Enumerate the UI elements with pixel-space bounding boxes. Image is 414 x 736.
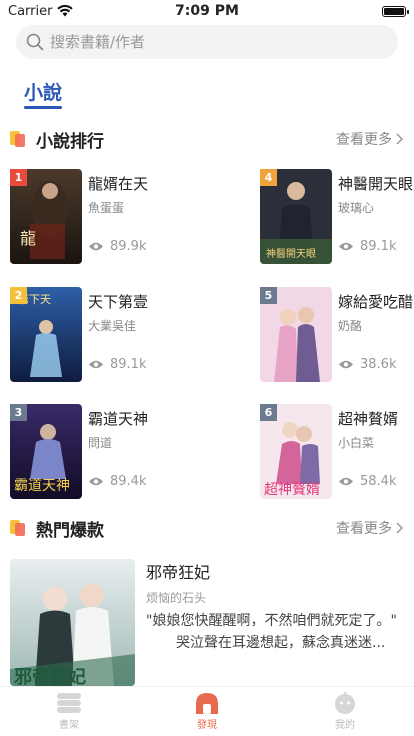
rank-badge: 4 bbox=[260, 169, 277, 186]
view-count-value: 89.1k bbox=[110, 357, 147, 372]
eye-icon bbox=[339, 242, 353, 251]
view-count: 89.1k bbox=[338, 239, 396, 254]
hot-desc-line2: 哭泣聲在耳邊想起，蘇念真迷迷... bbox=[176, 635, 386, 651]
section-icon bbox=[10, 520, 28, 536]
battery-icon bbox=[382, 5, 409, 17]
ranking-header: 小說排行 查看更多 bbox=[10, 127, 404, 152]
hot-desc-line1: "娘娘您快醒醒啊，不然咱們就死定了。" bbox=[146, 613, 397, 629]
rank-badge: 5 bbox=[260, 287, 277, 304]
svg-text:龍: 龍 bbox=[20, 229, 36, 248]
svg-text:神醫開天眼: 神醫開天眼 bbox=[266, 247, 316, 260]
rank-item[interactable]: 超神贅婿 6 超神贅婿 小白菜 58.4k bbox=[260, 404, 414, 500]
book-author: 問道 bbox=[88, 436, 113, 450]
book-author: 玻璃心 bbox=[338, 201, 375, 215]
search-input[interactable] bbox=[50, 33, 350, 51]
hot-header: 熱門爆款 查看更多 bbox=[10, 516, 404, 541]
ranking-more-link[interactable]: 查看更多 bbox=[336, 129, 404, 149]
view-count: 89.1k bbox=[88, 357, 146, 372]
discover-icon bbox=[196, 693, 218, 714]
book-title: 龍婿在天 bbox=[88, 175, 149, 193]
book-title: 天下第壹 bbox=[88, 293, 149, 311]
bookshelf-icon bbox=[57, 693, 81, 713]
status-bar: Carrier 7:09 PM bbox=[0, 0, 414, 22]
tab-discover-label: 發現 bbox=[197, 720, 217, 731]
eye-icon bbox=[89, 242, 103, 251]
view-count-value: 38.6k bbox=[360, 357, 397, 372]
rank-badge: 1 bbox=[10, 169, 27, 186]
bottom-tab-bar: 書架 發現 我的 bbox=[0, 686, 414, 736]
hot-title: 熱門爆款 bbox=[36, 520, 104, 541]
svg-text:邪帝狂妃: 邪帝狂妃 bbox=[13, 666, 86, 686]
tab-bookshelf-label: 書架 bbox=[59, 720, 79, 731]
profile-icon bbox=[335, 692, 355, 714]
rank-badge: 3 bbox=[10, 404, 27, 421]
hot-more-link[interactable]: 查看更多 bbox=[336, 518, 404, 538]
book-title: 神醫開天眼 bbox=[338, 175, 414, 193]
view-count-value: 89.4k bbox=[110, 474, 147, 489]
section-icon bbox=[10, 131, 28, 147]
rank-item[interactable]: 5 嫁給愛吃醋 奶酪 38.6k bbox=[260, 287, 414, 383]
tab-novel[interactable]: 小說 bbox=[24, 78, 62, 105]
hot-book-title: 邪帝狂妃 bbox=[146, 563, 211, 582]
hot-book-description: "娘娘您快醒醒啊，不然咱們就死定了。" 哭泣聲在耳邊想起，蘇念真迷迷... bbox=[146, 610, 406, 654]
book-title: 超神贅婿 bbox=[338, 410, 399, 428]
wifi-icon bbox=[57, 5, 74, 17]
book-author: 魚蛋蛋 bbox=[88, 201, 125, 215]
hot-more-label: 查看更多 bbox=[336, 521, 392, 537]
tab-discover[interactable]: 發現 bbox=[167, 692, 247, 731]
chevron-right-icon bbox=[396, 133, 404, 145]
book-author: 小白菜 bbox=[338, 436, 375, 450]
hot-book-cover[interactable]: 邪帝狂妃 bbox=[10, 559, 135, 686]
book-author: 奶酪 bbox=[338, 319, 363, 333]
search-bar[interactable] bbox=[16, 25, 398, 59]
eye-icon bbox=[339, 360, 353, 369]
rank-item[interactable]: 第下天 2 天下第壹 大業吳佳 89.1k bbox=[10, 287, 210, 383]
book-title: 嫁給愛吃醋 bbox=[338, 293, 414, 311]
svg-text:霸道天神: 霸道天神 bbox=[14, 478, 70, 494]
hot-book-info[interactable]: 邪帝狂妃 烦恼的石头 "娘娘您快醒醒啊，不然咱們就死定了。" 哭泣聲在耳邊想起，… bbox=[146, 559, 414, 654]
hot-book-author: 烦恼的石头 bbox=[146, 591, 207, 605]
ranking-title: 小說排行 bbox=[36, 131, 104, 152]
rank-item[interactable]: 神醫開天眼 4 神醫開天眼 玻璃心 89.1k bbox=[260, 169, 414, 265]
view-count-value: 89.1k bbox=[360, 239, 397, 254]
book-title: 霸道天神 bbox=[88, 410, 149, 428]
view-count: 58.4k bbox=[338, 474, 396, 489]
rank-item[interactable]: 龍 1 龍婿在天 魚蛋蛋 89.9k bbox=[10, 169, 210, 265]
view-count: 89.9k bbox=[88, 239, 146, 254]
view-count: 38.6k bbox=[338, 357, 396, 372]
rank-item[interactable]: 霸道天神 3 霸道天神 問道 89.4k bbox=[10, 404, 210, 500]
chevron-right-icon bbox=[396, 522, 404, 534]
tab-profile[interactable]: 我的 bbox=[305, 692, 385, 731]
view-count-value: 89.9k bbox=[110, 239, 147, 254]
svg-text:超神贅婿: 超神贅婿 bbox=[264, 481, 320, 498]
view-count-value: 58.4k bbox=[360, 474, 397, 489]
book-author: 大業吳佳 bbox=[88, 319, 137, 333]
tab-profile-label: 我的 bbox=[335, 720, 355, 731]
eye-icon bbox=[89, 360, 103, 369]
view-count: 89.4k bbox=[88, 474, 146, 489]
tab-indicator bbox=[24, 106, 62, 109]
eye-icon bbox=[339, 477, 353, 486]
rank-badge: 2 bbox=[10, 287, 27, 304]
ranking-more-label: 查看更多 bbox=[336, 132, 392, 148]
rank-badge: 6 bbox=[260, 404, 277, 421]
carrier-label: Carrier bbox=[8, 3, 53, 19]
tab-bookshelf[interactable]: 書架 bbox=[29, 692, 109, 731]
eye-icon bbox=[89, 477, 103, 486]
search-icon bbox=[26, 33, 44, 51]
